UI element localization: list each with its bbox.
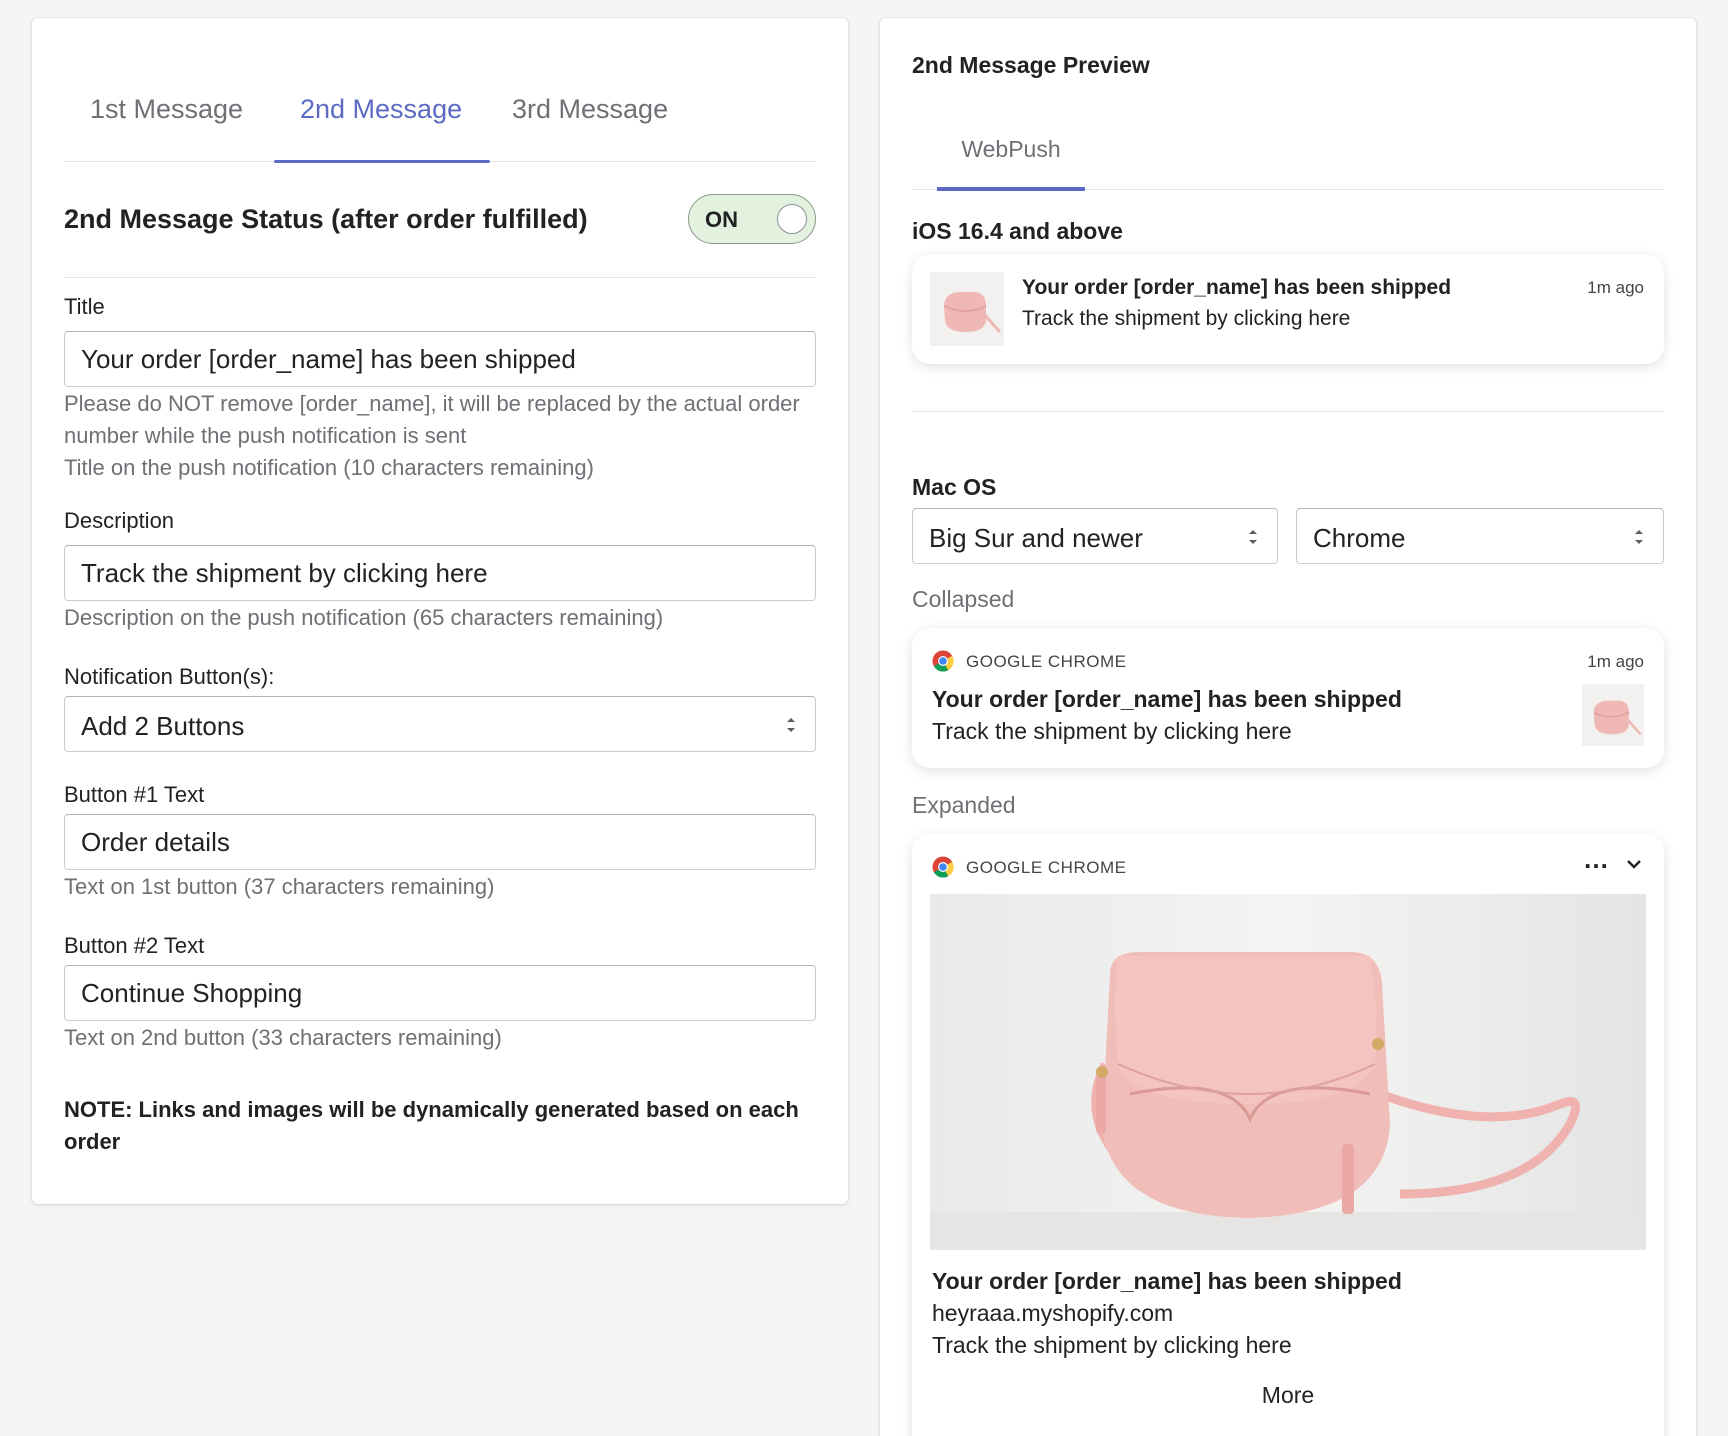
select-arrows-icon bbox=[1249, 530, 1257, 544]
tab-2nd-message[interactable]: 2nd Message bbox=[273, 94, 491, 163]
button2-input[interactable] bbox=[64, 965, 816, 1021]
select-arrows-icon bbox=[1635, 530, 1643, 544]
product-thumbnail bbox=[930, 272, 1004, 346]
ios-notification: Your order [order_name] has been shipped… bbox=[912, 254, 1664, 364]
status-toggle[interactable]: ON bbox=[688, 194, 816, 244]
section-divider bbox=[912, 411, 1664, 412]
status-title: 2nd Message Status (after order fulfille… bbox=[64, 204, 588, 234]
select-arrows-icon bbox=[787, 718, 795, 732]
chrome-icon bbox=[932, 856, 954, 878]
collapsed-notif-body: Track the shipment by clicking here bbox=[932, 718, 1292, 744]
bag-image bbox=[1582, 684, 1644, 746]
title-label: Title bbox=[64, 294, 105, 319]
expanded-notif-title: Your order [order_name] has been shipped bbox=[932, 1268, 1402, 1294]
ios-notif-body: Track the shipment by clicking here bbox=[1022, 307, 1351, 330]
product-thumbnail bbox=[1582, 684, 1644, 746]
browser-value: Chrome bbox=[1313, 523, 1406, 553]
title-help-remaining: Title on the push notification (10 chara… bbox=[64, 455, 594, 480]
button1-help: Text on 1st button (37 characters remain… bbox=[64, 874, 495, 899]
product-image bbox=[930, 894, 1646, 1250]
expanded-notif-body: Track the shipment by clicking here bbox=[932, 1332, 1292, 1358]
description-label: Description bbox=[64, 508, 175, 533]
tab-3rd-message[interactable]: 3rd Message bbox=[512, 94, 668, 162]
collapsed-notif-time: 1m ago bbox=[1587, 652, 1644, 671]
collapsed-notif-title: Your order [order_name] has been shipped bbox=[932, 686, 1402, 712]
tab-1st-message[interactable]: 1st Message bbox=[90, 94, 243, 162]
more-dots-icon[interactable]: … bbox=[1583, 844, 1610, 875]
bag-image bbox=[930, 894, 1646, 1250]
collapsed-notification: GOOGLE CHROME 1m ago Your order [order_n… bbox=[912, 628, 1664, 768]
buttons-label: Notification Button(s): bbox=[64, 664, 275, 689]
expanded-notification: GOOGLE CHROME … Your order [order_name] … bbox=[912, 834, 1664, 1436]
button1-input[interactable] bbox=[64, 814, 816, 870]
buttons-select-value: Add 2 Buttons bbox=[81, 711, 245, 741]
title-help-warning: Please do NOT remove [order_name], it wi… bbox=[64, 391, 800, 448]
message-settings-card: 1st Message 2nd Message 3rd Message 2nd … bbox=[32, 18, 848, 1204]
chevron-down-icon[interactable] bbox=[1626, 858, 1642, 870]
mac-heading: Mac OS bbox=[912, 474, 997, 500]
collapsed-label: Collapsed bbox=[912, 586, 1015, 612]
toggle-label: ON bbox=[705, 207, 738, 232]
os-version-select[interactable]: Big Sur and newer bbox=[912, 508, 1278, 564]
button1-label: Button #1 Text bbox=[64, 782, 205, 807]
title-input[interactable] bbox=[64, 331, 816, 387]
status-row: 2nd Message Status (after order fulfille… bbox=[64, 178, 816, 278]
buttons-select[interactable]: Add 2 Buttons bbox=[64, 696, 816, 752]
chrome-icon bbox=[932, 650, 954, 672]
ios-notif-time: 1m ago bbox=[1587, 278, 1644, 297]
ios-notif-title: Your order [order_name] has been shipped bbox=[1022, 276, 1452, 299]
description-input[interactable] bbox=[64, 545, 816, 601]
tab-webpush[interactable]: WebPush bbox=[937, 136, 1085, 191]
preview-card: 2nd Message Preview WebPush iOS 16.4 and… bbox=[880, 18, 1696, 1436]
collapsed-app-name: GOOGLE CHROME bbox=[966, 652, 1127, 671]
bag-image bbox=[930, 272, 1004, 346]
button2-help: Text on 2nd button (33 characters remain… bbox=[64, 1025, 502, 1050]
dynamic-note: NOTE: Links and images will be dynamical… bbox=[64, 1097, 799, 1154]
browser-select[interactable]: Chrome bbox=[1296, 508, 1664, 564]
ios-heading: iOS 16.4 and above bbox=[912, 218, 1123, 244]
toggle-knob bbox=[777, 204, 807, 234]
expanded-app-name: GOOGLE CHROME bbox=[966, 858, 1127, 877]
expanded-label: Expanded bbox=[912, 792, 1016, 818]
message-tabs: 1st Message 2nd Message 3rd Message bbox=[64, 74, 816, 163]
more-button[interactable]: More bbox=[912, 1382, 1664, 1409]
description-help: Description on the push notification (65… bbox=[64, 605, 664, 630]
preview-tabs: WebPush bbox=[912, 114, 1664, 191]
os-version-value: Big Sur and newer bbox=[929, 523, 1143, 553]
preview-title: 2nd Message Preview bbox=[912, 52, 1150, 78]
button2-label: Button #2 Text bbox=[64, 933, 205, 958]
expanded-notif-site: heyraaa.myshopify.com bbox=[932, 1300, 1174, 1326]
